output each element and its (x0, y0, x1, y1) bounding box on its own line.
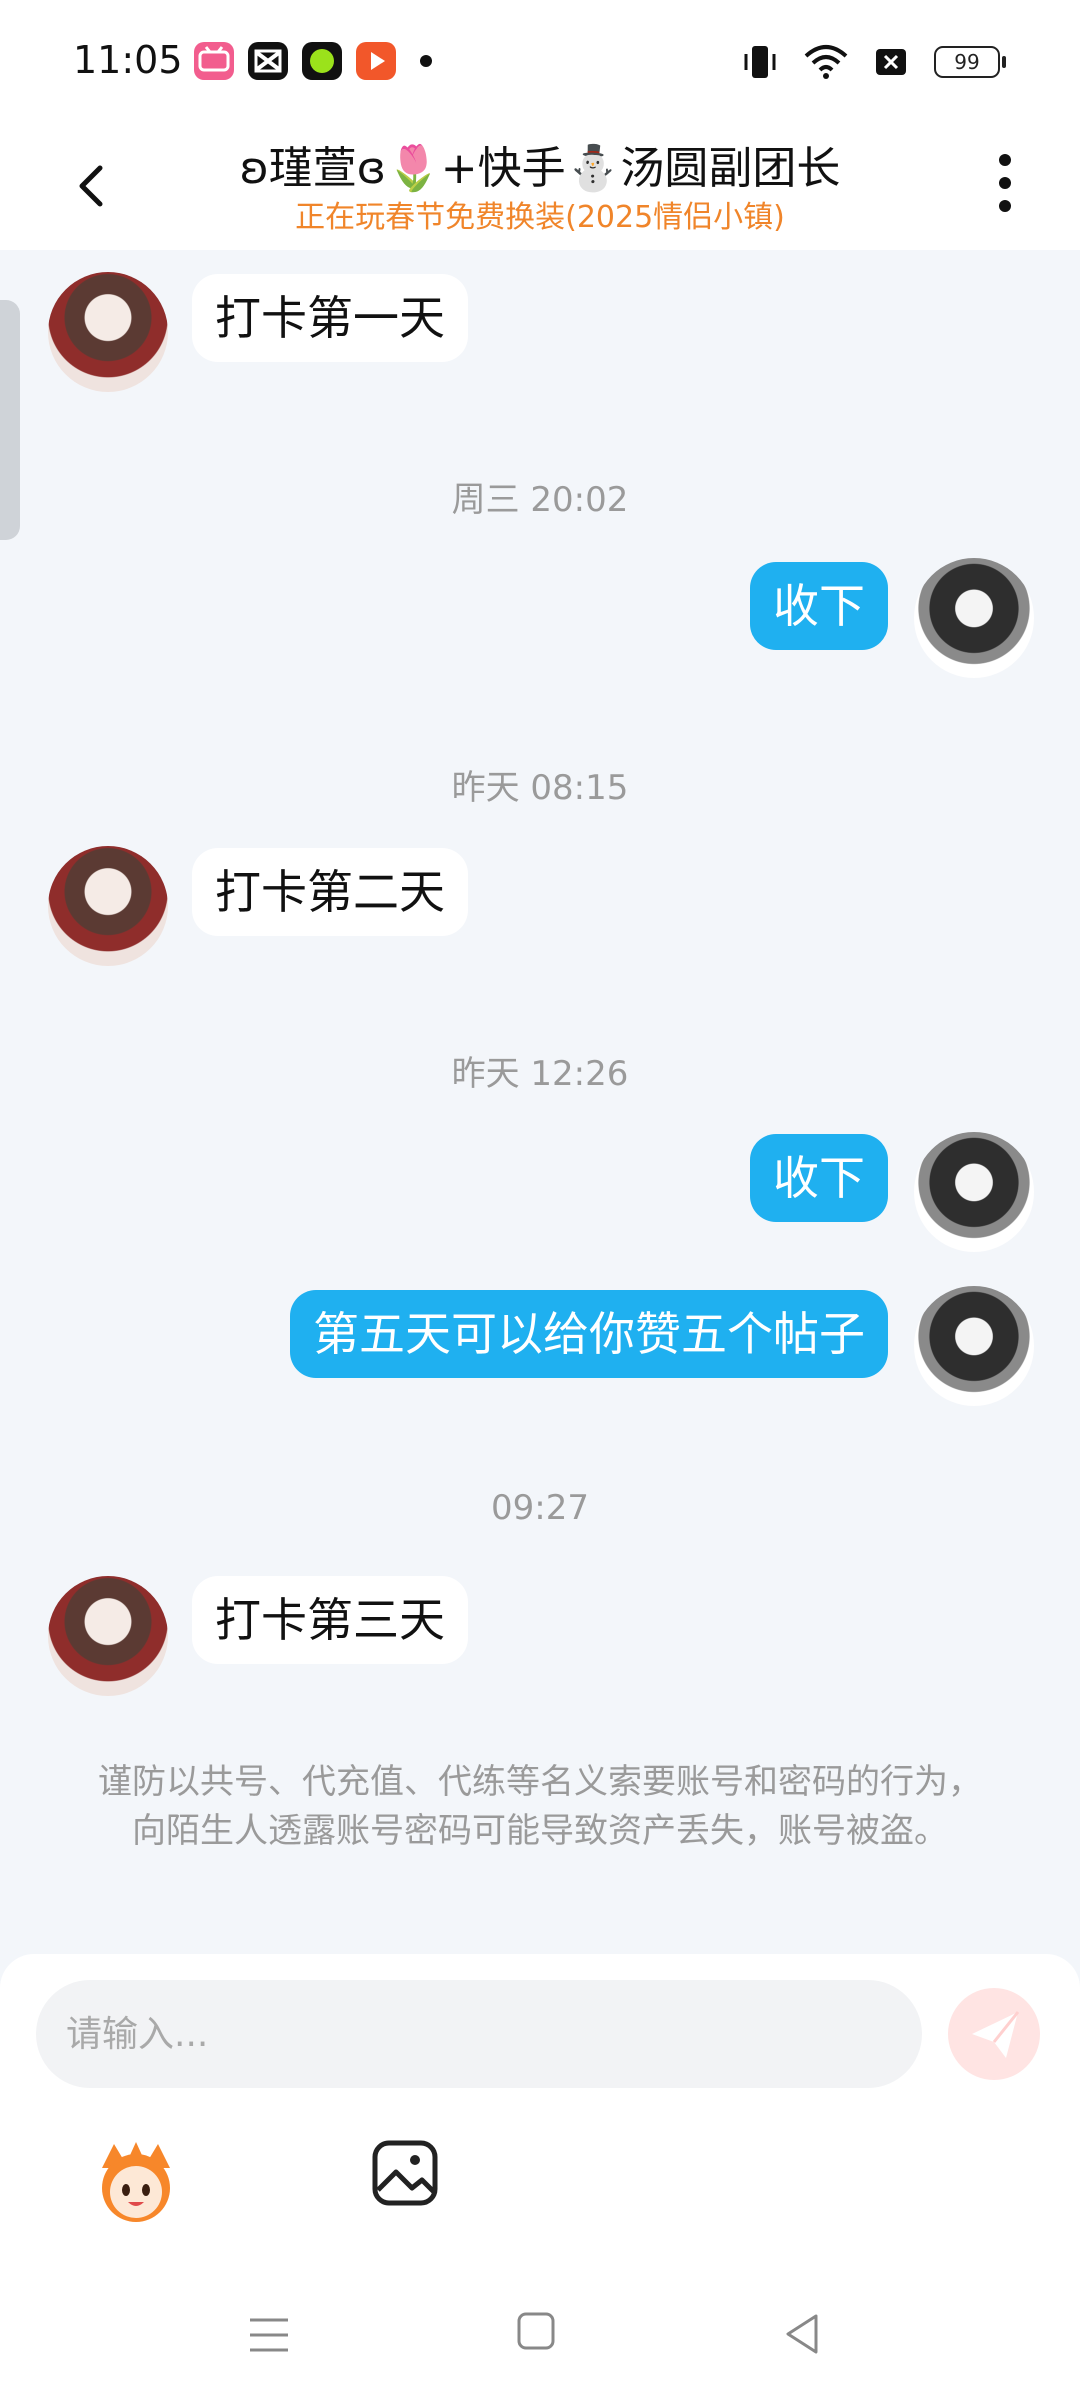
security-warning: 谨防以共号、代充值、代练等名义索要账号和密码的行为，向陌生人透露账号密码可能导致… (98, 1762, 982, 1851)
video-player-icon (356, 42, 396, 80)
image-button[interactable] (370, 2138, 440, 2208)
battery-icon: 99 (934, 46, 1006, 78)
more-options-button[interactable] (990, 150, 1020, 216)
back-triangle-icon (786, 2314, 818, 2354)
wifi-icon (804, 45, 848, 79)
incoming-message[interactable]: 打卡第三天 (192, 1576, 468, 1664)
incoming-message[interactable]: 打卡第一天 (192, 274, 468, 362)
my-avatar[interactable] (914, 558, 1034, 678)
nav-menu-button[interactable] (246, 2312, 292, 2358)
send-button[interactable] (948, 1988, 1040, 2080)
no-sim-icon (876, 49, 906, 75)
green-app-icon (302, 42, 342, 80)
status-indicators: 99 (742, 42, 1006, 82)
message-timestamp: 昨天 12:26 (451, 1054, 629, 1094)
chat-partner-status[interactable]: 正在玩春节免费换装(2025情侣小镇) (0, 192, 1080, 236)
sticker-button[interactable] (92, 2138, 180, 2226)
image-icon (372, 2140, 438, 2206)
outgoing-message[interactable]: 第五天可以给你赞五个帖子 (290, 1290, 888, 1378)
nav-back-button[interactable] (780, 2310, 824, 2358)
more-notifications-dot (420, 55, 432, 67)
bilibili-icon (194, 42, 234, 80)
message-timestamp: 09:27 (491, 1488, 589, 1528)
my-avatar[interactable] (914, 1132, 1034, 1252)
mascot-sticker-icon (102, 2142, 170, 2222)
partner-avatar[interactable] (48, 1576, 168, 1696)
message-timestamp: 昨天 08:15 (451, 768, 629, 808)
partner-avatar[interactable] (48, 272, 168, 392)
status-time: 11:05 (73, 38, 183, 82)
nav-home-button[interactable] (516, 2310, 556, 2352)
partner-avatar[interactable] (48, 846, 168, 966)
vibrate-icon (744, 46, 776, 78)
home-square-icon (517, 2312, 555, 2350)
menu-icon (250, 2318, 288, 2352)
send-icon (972, 2011, 1020, 2058)
my-avatar[interactable] (914, 1286, 1034, 1406)
status-app-icons (194, 42, 432, 80)
incoming-message[interactable]: 打卡第二天 (192, 848, 468, 936)
battery-level: 99 (954, 50, 980, 74)
message-timestamp: 周三 20:02 (451, 480, 629, 520)
outgoing-message[interactable]: 收下 (750, 1134, 888, 1222)
status-bar: 11:05 99 (0, 0, 1080, 122)
chat-partner-name: ʚ瑾萱ɞ🌷+快手⛄汤圆副团长 (239, 143, 841, 194)
capcut-icon (248, 42, 288, 80)
chat-header: ʚ瑾萱ɞ🌷+快手⛄汤圆副团长 正在玩春节免费换装(2025情侣小镇) (0, 122, 1080, 250)
more-vertical-icon (999, 154, 1011, 212)
outgoing-message[interactable]: 收下 (750, 562, 888, 650)
message-input[interactable] (36, 1980, 922, 2088)
